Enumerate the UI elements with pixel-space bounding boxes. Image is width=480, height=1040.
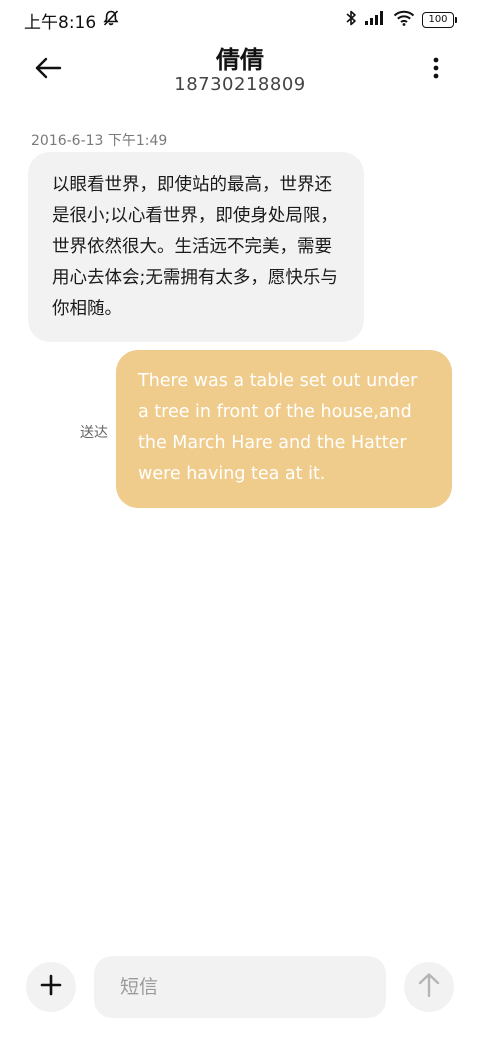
status-right: 100 bbox=[345, 9, 457, 31]
contact-number: 18730218809 bbox=[174, 74, 306, 95]
sms-input[interactable] bbox=[94, 956, 386, 1018]
delivery-status: 送达 bbox=[80, 425, 108, 441]
contact-name: 倩倩 bbox=[216, 46, 264, 74]
messaging-screen: 上午8:16 100 倩倩 18730218809 2016-6-13 下午1:… bbox=[0, 0, 480, 1040]
wifi-icon bbox=[393, 10, 415, 30]
outgoing-message-text: There was a table set out under a tree i… bbox=[138, 371, 418, 484]
send-arrow-icon bbox=[417, 972, 441, 1002]
add-attachment-button[interactable] bbox=[26, 962, 76, 1012]
outgoing-message-bubble[interactable]: There was a table set out under a tree i… bbox=[116, 350, 452, 508]
battery-icon: 100 bbox=[422, 12, 457, 28]
signal-icon bbox=[364, 10, 386, 30]
status-time: 上午8:16 bbox=[24, 12, 97, 33]
mute-icon bbox=[102, 9, 120, 32]
message-timestamp: 2016-6-13 下午1:49 bbox=[31, 133, 168, 149]
plus-icon bbox=[39, 973, 63, 1001]
send-button[interactable] bbox=[404, 962, 454, 1012]
incoming-message-bubble[interactable]: 以眼看世界，即使站的最高，世界还是很小;以心看世界，即使身处局限，世界依然很大。… bbox=[28, 152, 364, 342]
status-left: 上午8:16 bbox=[24, 8, 120, 33]
status-bar: 上午8:16 100 bbox=[0, 0, 480, 40]
more-options-button[interactable] bbox=[422, 52, 450, 88]
message-composer bbox=[0, 950, 480, 1026]
more-vertical-icon bbox=[432, 56, 440, 84]
bluetooth-icon bbox=[345, 9, 357, 31]
conversation-header: 倩倩 18730218809 bbox=[0, 40, 480, 106]
incoming-message-text: 以眼看世界，即使站的最高，世界还是很小;以心看世界，即使身处局限，世界依然很大。… bbox=[52, 175, 338, 319]
